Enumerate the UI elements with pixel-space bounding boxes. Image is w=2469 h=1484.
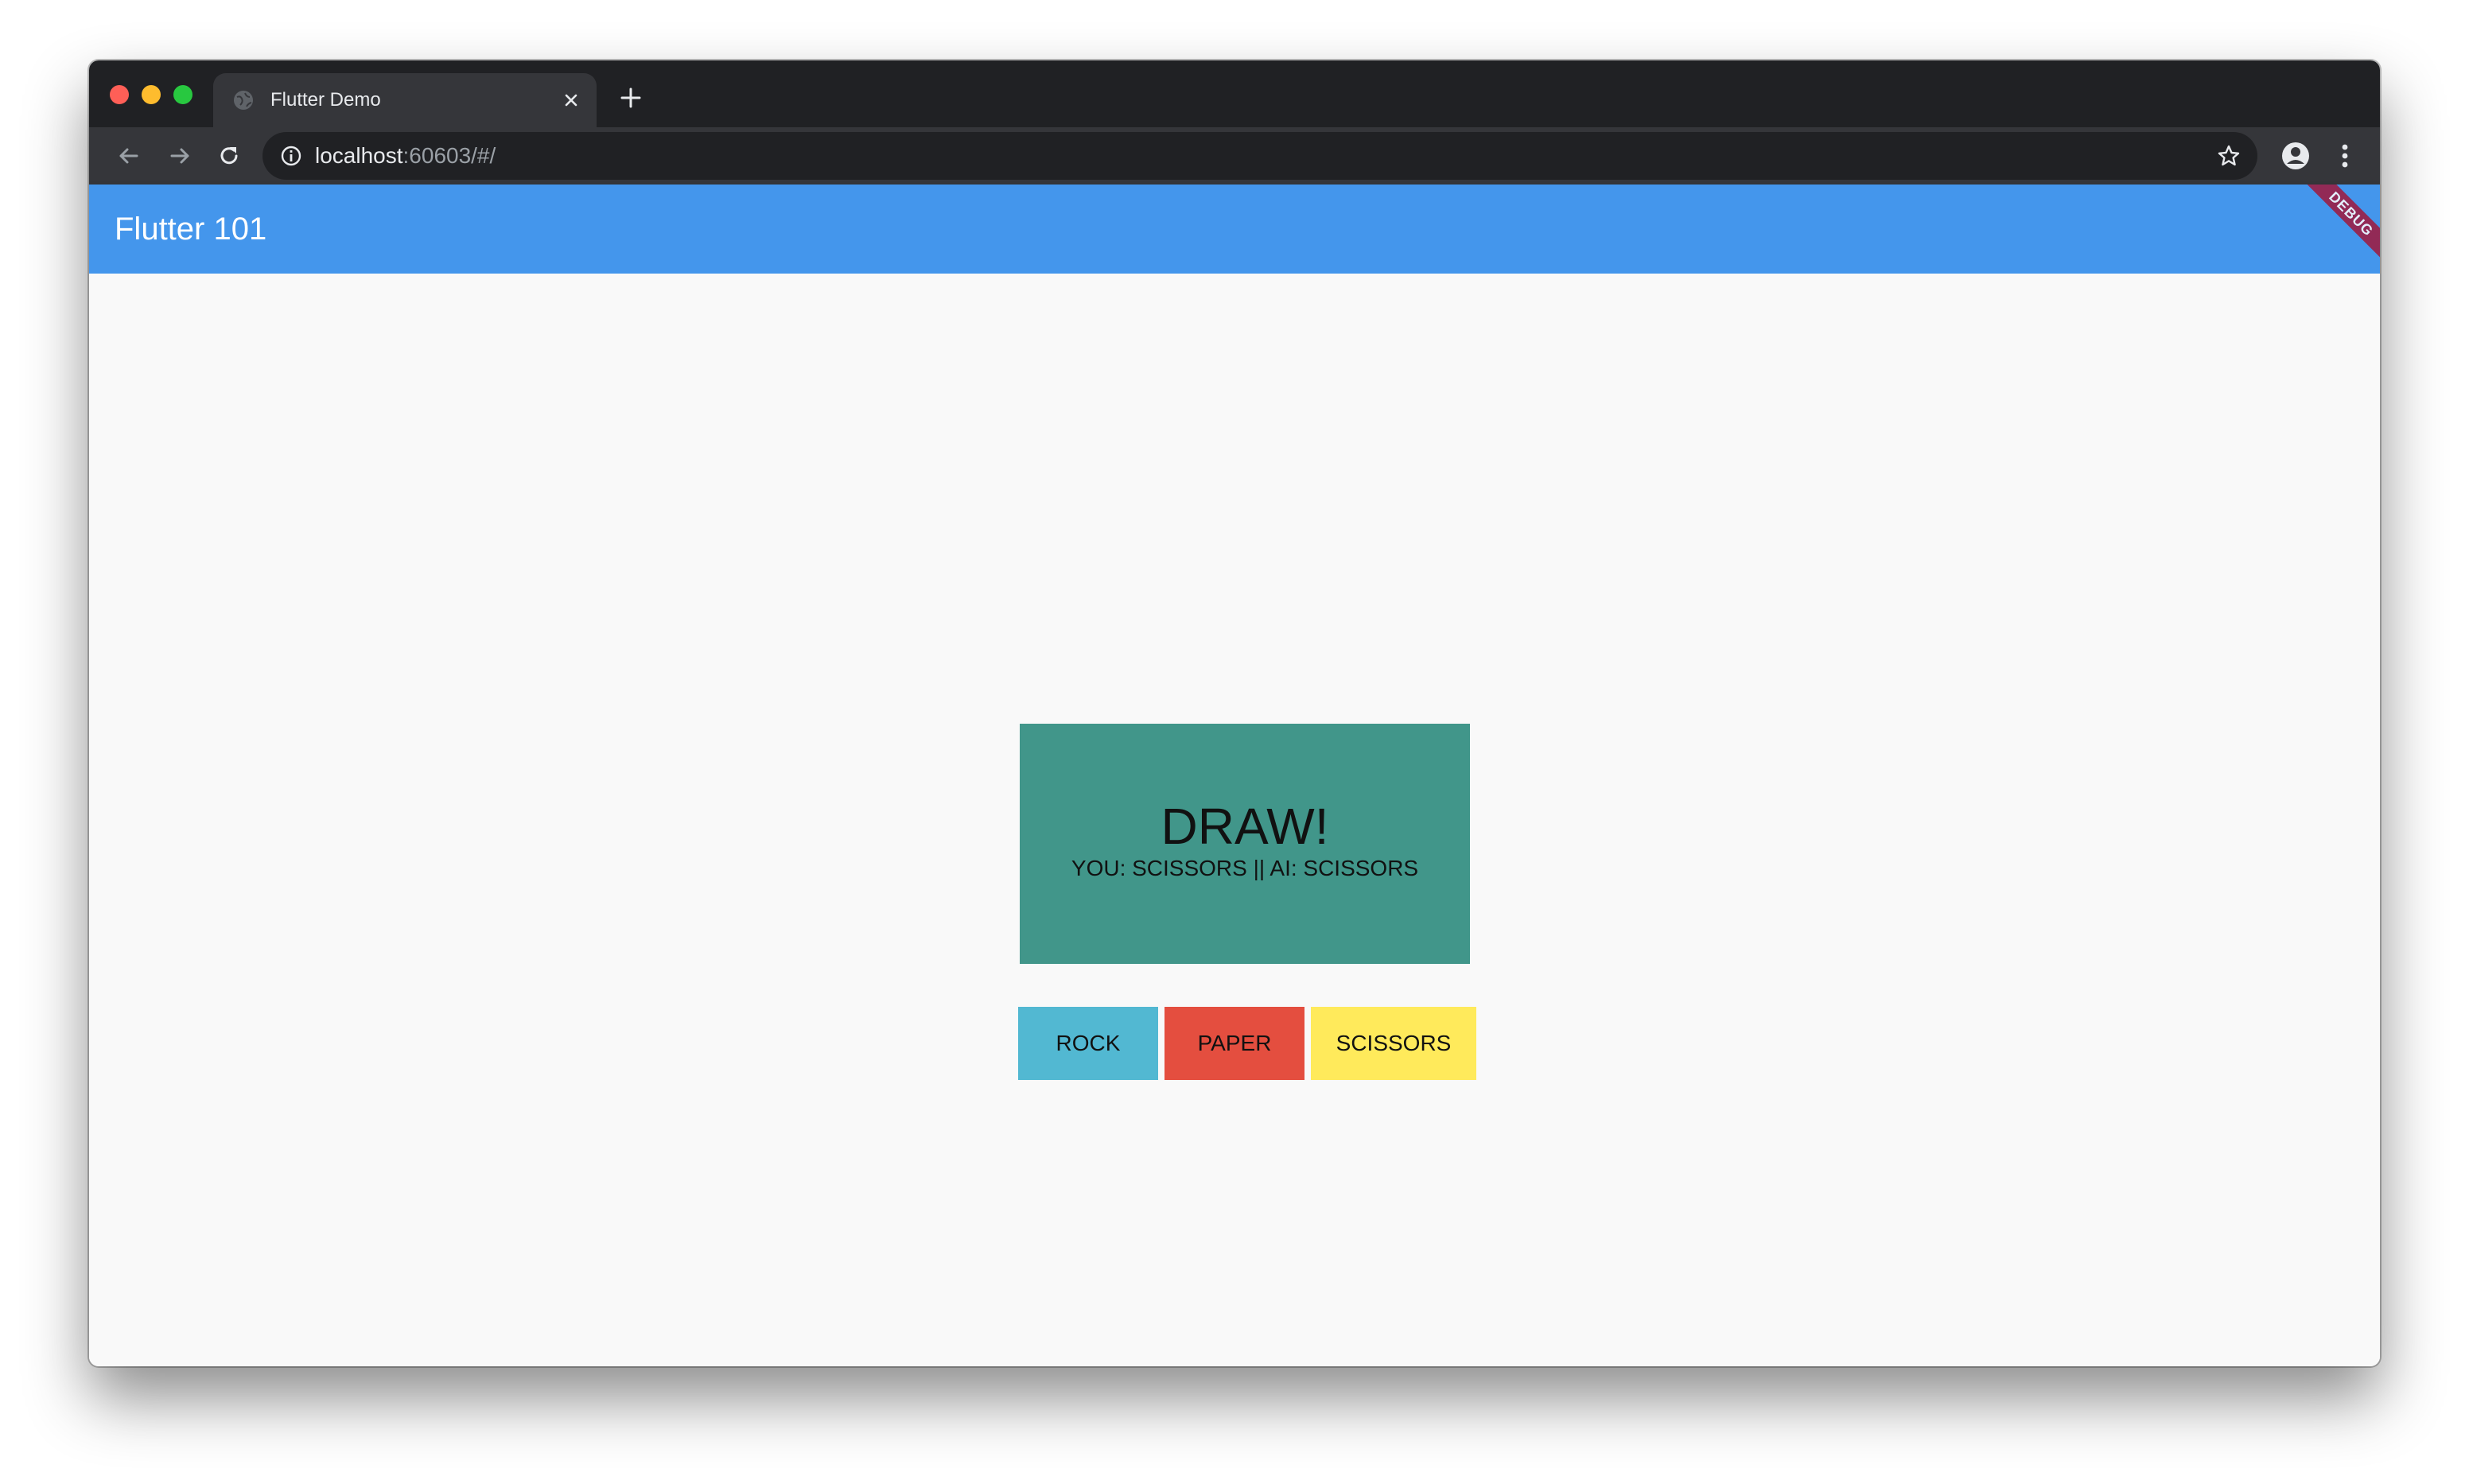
debug-banner: DEBUG [2288,185,2380,274]
browser-titlebar: Flutter Demo [89,60,2380,127]
scissors-button[interactable]: SCISSORS [1311,1007,1476,1080]
app-bar: Flutter 101 DEBUG [89,185,2380,274]
address-bar[interactable]: localhost:60603/#/ [262,132,2257,180]
tab-title: Flutter Demo [270,89,381,111]
star-icon[interactable] [2216,143,2242,169]
reload-icon[interactable] [215,142,243,170]
url-text: localhost:60603/#/ [315,132,496,180]
browser-tab[interactable]: Flutter Demo [213,73,597,127]
more-vert-icon[interactable] [2329,140,2361,172]
browser-toolbar: localhost:60603/#/ [89,127,2380,185]
rock-button[interactable]: ROCK [1018,1007,1158,1080]
account-icon[interactable] [2280,140,2312,172]
app-title: Flutter 101 [115,212,267,247]
minimize-window-button[interactable] [142,85,161,104]
close-window-button[interactable] [110,85,129,104]
url-path: :60603/#/ [402,143,496,168]
info-icon[interactable] [280,145,302,167]
result-title: DRAW! [1161,798,1329,855]
globe-icon [232,89,255,111]
result-card: DRAW! YOU: SCISSORS || AI: SCISSORS [1020,724,1470,964]
result-detail: YOU: SCISSORS || AI: SCISSORS [1071,856,1419,880]
new-tab-button[interactable] [617,84,644,111]
url-host: localhost [315,143,403,168]
browser-window: Flutter Demo localhost:60603/#/ Flutter … [89,60,2380,1366]
close-icon[interactable] [560,89,582,111]
forward-arrow-icon[interactable] [165,142,194,170]
back-arrow-icon[interactable] [115,142,143,170]
app-body: DRAW! YOU: SCISSORS || AI: SCISSORS ROCK… [89,274,2380,1366]
maximize-window-button[interactable] [173,85,192,104]
paper-button[interactable]: PAPER [1165,1007,1304,1080]
